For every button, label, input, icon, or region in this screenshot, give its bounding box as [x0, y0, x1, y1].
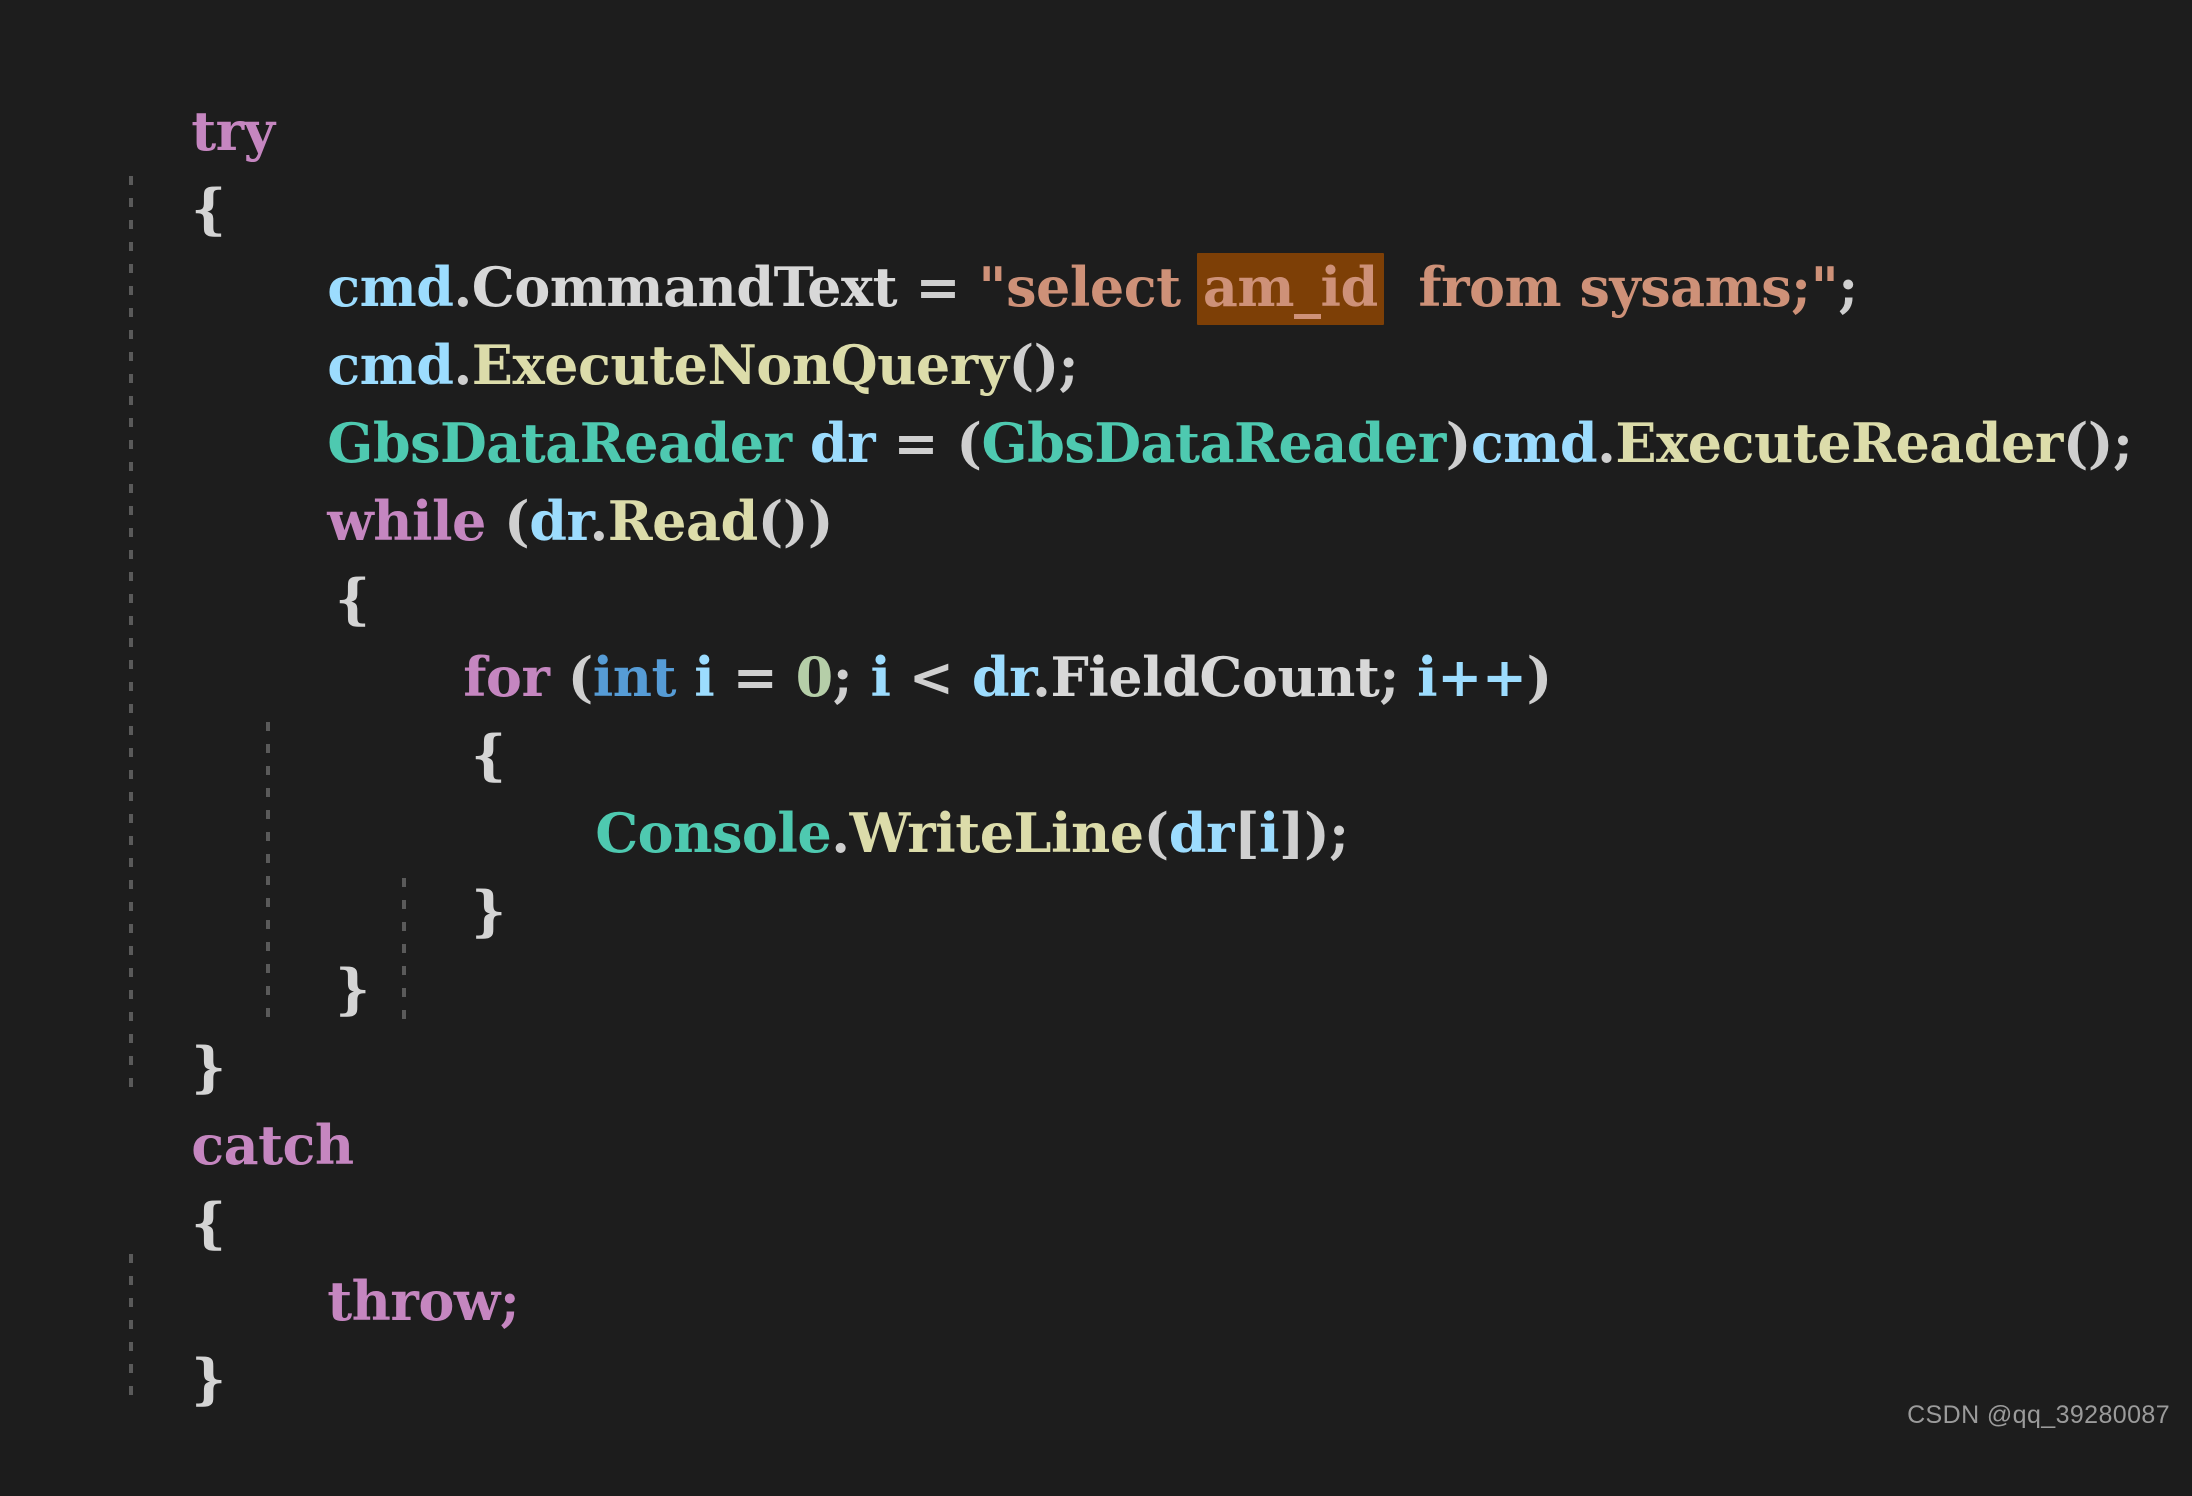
code-editor-pane[interactable]: try { cmd.CommandText = "select am_id fr…	[0, 0, 2192, 1440]
code-line-3[interactable]: cmd.CommandText = "select am_id from sys…	[0, 170, 2192, 325]
code-line-9[interactable]: {	[0, 638, 2192, 787]
code-line-16[interactable]: throw;	[0, 1184, 2192, 1333]
code-line-14[interactable]: catch	[0, 1028, 2192, 1177]
csdn-watermark: CSDN @qq_39280087	[1907, 1401, 2170, 1429]
code-line-11[interactable]: }	[0, 794, 2192, 943]
code-line-8[interactable]: for (int i = 0; i < dr.FieldCount; i++)	[0, 560, 2192, 709]
code-line-6[interactable]: while (dr.Read())	[0, 404, 2192, 553]
code-line-10[interactable]: Console.WriteLine(dr[i]);	[0, 716, 2192, 865]
code-line-4[interactable]: cmd.ExecuteNonQuery();	[0, 248, 2192, 397]
code-line-2[interactable]: {	[0, 92, 2192, 241]
code-line-1[interactable]: try	[0, 14, 2192, 163]
code-line-5[interactable]: GbsDataReader dr = (GbsDataReader)cmd.Ex…	[0, 326, 2192, 475]
code-line-15[interactable]: {	[0, 1106, 2192, 1255]
brace-close-catch: }	[191, 1347, 226, 1411]
code-line-17[interactable]: }	[0, 1262, 2192, 1411]
code-line-7[interactable]: {	[0, 482, 2192, 631]
code-line-13[interactable]: }	[0, 950, 2192, 1099]
code-line-12[interactable]: }	[0, 872, 2192, 1021]
